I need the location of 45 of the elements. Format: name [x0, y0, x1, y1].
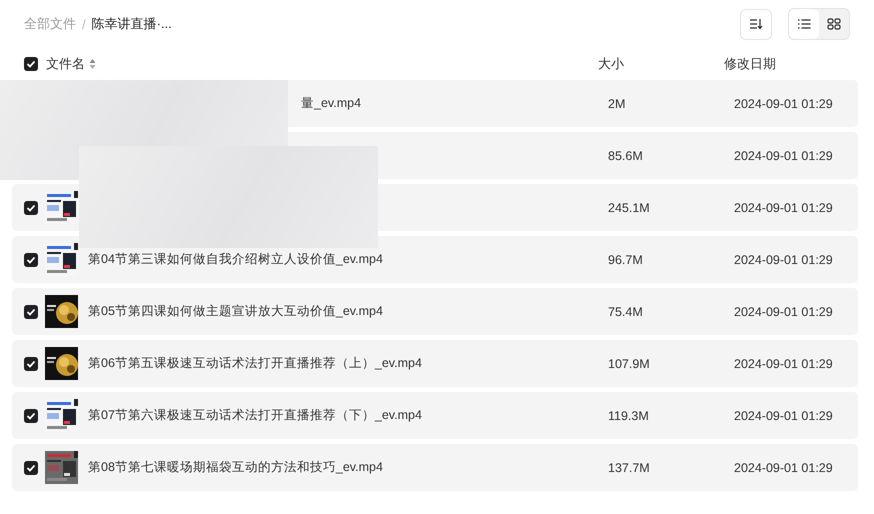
breadcrumb-separator: / — [82, 16, 86, 32]
modified-date: 2024-09-01 01:29 — [734, 252, 833, 266]
file-row[interactable]: 第05节第四课如何做主题宣讲放大互动价值_ev.mp4 75.4M 2024-09-01 01:29 — [12, 288, 858, 335]
file-name[interactable]: 第08节第七课暖场期福袋互动的方法和技巧_ev.mp4 — [88, 459, 383, 476]
file-size: 2M — [608, 96, 626, 110]
row-checkbox[interactable] — [24, 408, 38, 422]
file-size: 107.9M — [608, 356, 651, 370]
list-view-button[interactable] — [789, 9, 819, 39]
modified-date: 2024-09-01 01:29 — [734, 96, 833, 110]
file-size: 96.7M — [608, 252, 644, 266]
row-checkbox[interactable] — [24, 356, 38, 370]
modified-date: 2024-09-01 01:29 — [734, 408, 833, 422]
modified-date: 2024-09-01 01:29 — [734, 148, 833, 162]
modified-date: 2024-09-01 01:29 — [734, 460, 833, 474]
file-row[interactable]: 第04节第三课如何做自我介绍树立人设价值_ev.mp4 96.7M 2024-09-01 01:29 — [12, 236, 858, 283]
select-all-checkbox[interactable] — [24, 57, 38, 71]
file-row[interactable]: 第06节第五课极速互动话术法打开直播推荐（上）_ev.mp4 107.9M 2024-09-01 01:29 — [12, 340, 858, 387]
file-name[interactable]: 第05节第四课如何做主题宣讲放大互动价值_ev.mp4 — [88, 303, 383, 320]
file-name[interactable]: 量_ev.mp4 — [301, 95, 362, 112]
file-name[interactable]: 第04节第三课如何做自我介绍树立人设价值_ev.mp4 — [88, 251, 383, 268]
file-name[interactable]: 第06节第五课极速互动话术法打开直播推荐（上）_ev.mp4 — [88, 355, 422, 372]
modified-date: 2024-09-01 01:29 — [734, 304, 833, 318]
row-checkbox[interactable] — [24, 460, 38, 474]
sort-arrows-icon[interactable] — [89, 58, 96, 70]
file-name[interactable]: 第07节第六课极速互动话术法打开直播推荐（下）_ev.mp4 — [88, 407, 422, 424]
column-header[interactable]: 大小 — [598, 55, 624, 73]
row-checkbox[interactable] — [24, 304, 38, 318]
file-size: 85.6M — [608, 148, 644, 162]
row-checkbox[interactable] — [24, 252, 38, 266]
modified-date: 2024-09-01 01:29 — [734, 356, 833, 370]
file-size: 245.1M — [608, 200, 651, 214]
sort-button[interactable] — [740, 8, 772, 40]
list-icon — [797, 18, 811, 30]
column-header[interactable]: 文件名 — [46, 55, 85, 73]
modified-date: 2024-09-01 01:29 — [734, 200, 833, 214]
sort-icon — [749, 18, 763, 30]
file-size: 119.3M — [608, 408, 650, 422]
row-checkbox[interactable] — [24, 200, 38, 214]
column-header[interactable]: 修改日期 — [724, 55, 776, 73]
file-row[interactable]: 第07节第六课极速互动话术法打开直播推荐（下）_ev.mp4 119.3M 2024-09-01 01:29 — [12, 392, 858, 439]
grid-icon — [827, 18, 841, 30]
file-size: 137.7M — [608, 460, 651, 474]
breadcrumb-item[interactable]: 陈幸讲直播·... — [92, 15, 172, 33]
file-size: 75.4M — [608, 304, 644, 318]
file-row[interactable]: 第08节第七课暖场期福袋互动的方法和技巧_ev.mp4 137.7M 2024-09-01 01:29 — [12, 444, 858, 491]
